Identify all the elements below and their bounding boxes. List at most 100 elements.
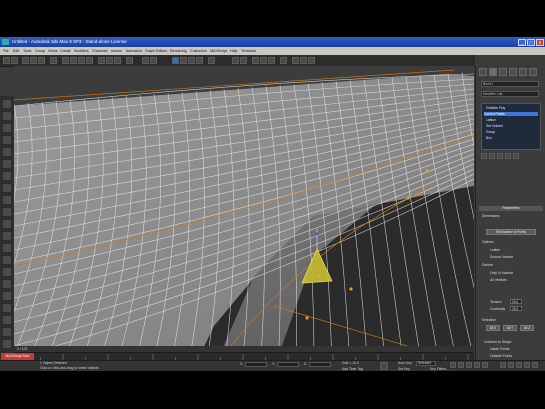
tool-icon-18[interactable] [3, 304, 11, 312]
minimize-button[interactable]: _ [518, 38, 526, 46]
reference-coord-icon[interactable] [126, 57, 133, 64]
source-volume-radio[interactable]: Source Volume [490, 255, 513, 259]
display-tab-icon[interactable] [519, 68, 527, 76]
mirror-icon[interactable] [232, 57, 239, 64]
rotate-icon[interactable] [106, 57, 113, 64]
menu-maxscript[interactable]: MAXScript [210, 49, 227, 53]
tool-icon-3[interactable] [3, 124, 11, 132]
tool-icon-12[interactable] [3, 232, 11, 240]
prev-frame-icon[interactable] [458, 362, 464, 368]
menu-file[interactable]: File [3, 49, 9, 53]
schematic-view-icon[interactable] [268, 57, 275, 64]
next-frame-icon[interactable] [474, 362, 480, 368]
outside-points-check[interactable]: Outside Points [490, 354, 512, 358]
y-field[interactable] [277, 362, 299, 367]
angle-snap-icon[interactable] [180, 57, 187, 64]
tool-icon-2[interactable] [3, 112, 11, 120]
scale-icon[interactable] [114, 57, 121, 64]
go-to-start-icon[interactable] [450, 362, 456, 368]
z-field[interactable] [309, 362, 331, 367]
x-field[interactable] [245, 362, 267, 367]
zoom-icon[interactable] [500, 362, 506, 368]
menu-group[interactable]: Group [35, 49, 45, 53]
inside-points-check[interactable]: Inside Points [490, 347, 509, 351]
curve-editor-icon[interactable] [260, 57, 267, 64]
continuity-spinner[interactable]: 25.0 [510, 306, 522, 311]
render-setup-icon[interactable] [292, 57, 299, 64]
quick-render-icon[interactable] [308, 57, 315, 64]
auto-key-button[interactable]: Auto Key [398, 361, 412, 365]
maximize-button[interactable]: □ [527, 38, 535, 46]
tool-icon-14[interactable] [3, 256, 11, 264]
render-frame-icon[interactable] [300, 57, 307, 64]
tool-icon-9[interactable] [3, 196, 11, 204]
all-y-button[interactable]: All Y [503, 325, 517, 331]
undo-icon[interactable] [3, 57, 10, 64]
tool-icon-10[interactable] [3, 208, 11, 216]
stack-item-set-volume[interactable]: Set Volume [486, 124, 503, 128]
menu-tools[interactable]: Tools [23, 49, 31, 53]
menu-rendering[interactable]: Rendering [170, 49, 187, 53]
align-icon[interactable] [240, 57, 247, 64]
pin-stack-icon[interactable] [481, 153, 487, 159]
all-x-button[interactable]: All X [486, 325, 500, 331]
percent-snap-icon[interactable] [188, 57, 195, 64]
stack-item-control-points[interactable]: Control Points [484, 112, 538, 116]
tool-icon-17[interactable] [3, 292, 11, 300]
zoom-all-icon[interactable] [508, 362, 514, 368]
select-object-icon[interactable] [62, 57, 69, 64]
add-time-tag-button[interactable]: Add Time Tag [342, 367, 363, 371]
configure-sets-icon[interactable] [513, 153, 519, 159]
make-unique-icon[interactable] [497, 153, 503, 159]
utilities-tab-icon[interactable] [529, 68, 537, 76]
tool-icon-4[interactable] [3, 136, 11, 144]
unlink-icon[interactable] [30, 57, 37, 64]
move-icon[interactable] [98, 57, 105, 64]
set-key-button[interactable]: Set Key [398, 367, 410, 371]
tool-icon-13[interactable] [3, 244, 11, 252]
redo-icon[interactable] [11, 57, 18, 64]
menu-tentacles[interactable]: Tentacles [241, 49, 256, 53]
perspective-viewport[interactable]: Perspective [14, 66, 474, 368]
create-tab-icon[interactable] [479, 68, 487, 76]
menu-animation[interactable]: Animation [126, 49, 142, 53]
spinner-snap-icon[interactable] [196, 57, 203, 64]
orbit-icon[interactable] [524, 362, 530, 368]
go-to-end-icon[interactable] [482, 362, 488, 368]
lattice-radio[interactable]: Lattice [490, 248, 500, 252]
set-points-button[interactable]: Set Number of Points [486, 229, 536, 235]
maxscript-mini-listener[interactable]: MAXScript Mini [1, 353, 34, 360]
close-button[interactable]: x [536, 38, 544, 46]
link-icon[interactable] [22, 57, 29, 64]
only-in-volume-radio[interactable]: Only In Volume [490, 271, 513, 275]
tool-icon-19[interactable] [3, 316, 11, 324]
menu-graph-editors[interactable]: Graph Editors [145, 49, 167, 53]
selection-filter-icon[interactable] [50, 57, 57, 64]
menu-customize[interactable]: Customize [190, 49, 207, 53]
key-icon[interactable] [380, 362, 388, 370]
hierarchy-tab-icon[interactable] [499, 68, 507, 76]
menu-modifiers[interactable]: Modifiers [74, 49, 89, 53]
tension-spinner[interactable]: 25.0 [510, 299, 522, 304]
remove-modifier-icon[interactable] [505, 153, 511, 159]
material-editor-icon[interactable] [280, 57, 287, 64]
menu-edit[interactable]: Edit [13, 49, 19, 53]
tool-icon-8[interactable] [3, 184, 11, 192]
manipulate-icon[interactable] [150, 57, 157, 64]
pan-icon[interactable] [516, 362, 522, 368]
parameters-rollout[interactable]: Parameters [479, 206, 543, 211]
all-vertices-radio[interactable]: All Vertices [490, 278, 507, 282]
tool-icon-6[interactable] [3, 160, 11, 168]
named-selection-icon[interactable] [208, 57, 215, 64]
tool-icon-21[interactable] [3, 340, 11, 348]
select-by-name-icon[interactable] [70, 57, 77, 64]
region-select-icon[interactable] [78, 57, 85, 64]
menu-character[interactable]: Character [92, 49, 108, 53]
tool-icon-7[interactable] [3, 172, 11, 180]
tool-icon-11[interactable] [3, 220, 11, 228]
menu-create[interactable]: Create [60, 49, 71, 53]
all-z-button[interactable]: All Z [520, 325, 534, 331]
modify-tab-icon[interactable] [489, 68, 497, 76]
menu-reactor[interactable]: reactor [111, 49, 122, 53]
window-crossing-icon[interactable] [86, 57, 93, 64]
